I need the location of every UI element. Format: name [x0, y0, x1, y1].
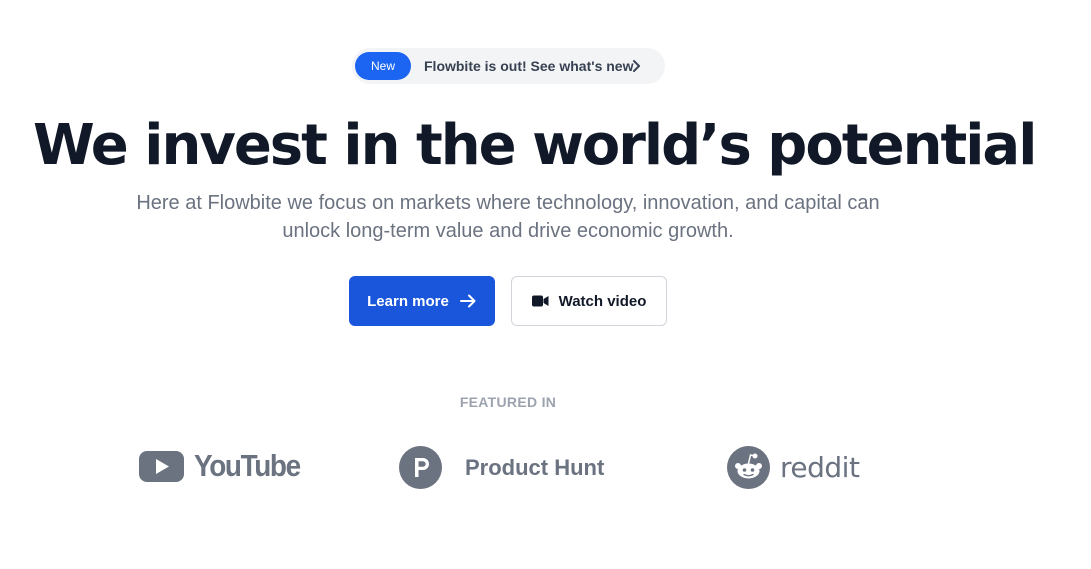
reddit-logo[interactable]: reddit: [727, 446, 860, 489]
chevron-right-icon: [633, 60, 640, 72]
product-hunt-icon: [399, 446, 442, 489]
reddit-icon: [727, 446, 770, 489]
watch-video-label: Watch video: [558, 292, 647, 310]
announcement-message: Flowbite is out! See what's new: [424, 58, 634, 74]
hero-title: We invest in the world’s potential: [33, 113, 1037, 178]
product-hunt-logo[interactable]: Product Hunt: [399, 446, 604, 489]
watch-video-button[interactable]: Watch video: [511, 276, 667, 326]
product-hunt-logo-text: Product Hunt: [465, 454, 605, 480]
learn-more-button[interactable]: Learn more: [349, 276, 495, 326]
youtube-icon: [139, 451, 184, 482]
video-camera-icon: [531, 295, 549, 307]
learn-more-label: Learn more: [367, 292, 449, 310]
new-badge: New: [355, 52, 411, 80]
arrow-right-icon: [459, 294, 476, 308]
featured-in-heading: FEATURED IN: [459, 394, 557, 410]
youtube-logo-text: YouTube: [194, 448, 301, 483]
hero-subtitle: Here at Flowbite we focus on markets whe…: [136, 192, 880, 242]
reddit-logo-text: reddit: [780, 451, 860, 484]
youtube-logo[interactable]: YouTube: [139, 448, 312, 484]
announcement-pill[interactable]: New Flowbite is out! See what's new: [352, 48, 665, 84]
